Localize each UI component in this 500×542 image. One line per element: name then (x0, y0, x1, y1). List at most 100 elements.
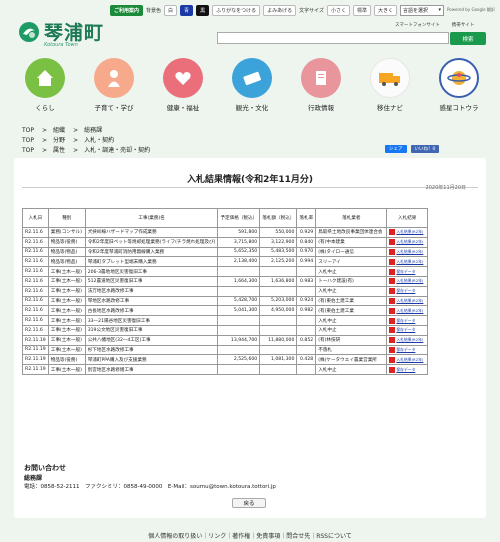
bg-blue-button[interactable]: 青 (180, 4, 194, 16)
table-cell[interactable]: 入札結果(R2年) (386, 295, 428, 307)
bg-black-button[interactable]: 黒 (196, 4, 210, 16)
table-row: R2.11.6 業務(コンサル) 犬挟峠線ハザードマップ作成業務 591,800 550… (22, 227, 428, 238)
table-header-row: 入札日 種別 工事(業務)名 予定価格（税込） 落札額（税込） 落札率 落札業者… (22, 208, 428, 228)
table-cell: R2.11.6 (22, 266, 49, 277)
table-cell: 33―21陽谷地区災害復旧工事 (84, 315, 219, 326)
publish-date: 2020年11月20日 (425, 185, 466, 191)
column-header: 落札額（税込） (259, 208, 298, 228)
result-link[interactable]: 入札結果(R2年) (396, 298, 423, 303)
site-subname: Kotoura Town (44, 42, 78, 48)
result-link[interactable]: 保存データ (396, 327, 415, 332)
table-cell (296, 315, 317, 326)
pdf-icon (389, 327, 396, 334)
table-row: R2.11.19 物品等(役務) 琴浦町PPA購入及び支援業務 2,525,600 1,… (22, 354, 428, 366)
table-cell[interactable]: 保存データ (386, 344, 428, 356)
category-kurashi[interactable]: くらし (22, 58, 68, 112)
result-link[interactable]: 入札結果(R2年) (396, 278, 423, 283)
table-cell[interactable]: 保存データ (386, 315, 428, 326)
result-link[interactable]: 入札結果(R2年) (396, 357, 423, 362)
breadcrumb-link[interactable]: 分野 (53, 137, 65, 144)
table-cell[interactable]: 保存データ (386, 324, 428, 336)
result-link[interactable]: 保存データ (396, 269, 415, 274)
result-link[interactable]: 入札結果(R2年) (396, 259, 423, 264)
font-normal-button[interactable]: 標準 (352, 4, 371, 16)
table-cell: 杉下地区水路改修工事 (84, 344, 219, 356)
table-cell: 5,203,000 (259, 295, 298, 307)
back-button[interactable]: 戻る (232, 498, 266, 508)
smartphone-site-link[interactable]: スマートフォンサイト (395, 22, 440, 28)
result-link[interactable]: 入札結果(R2年) (396, 229, 423, 234)
facebook-like-button[interactable]: いいね！0 (410, 145, 440, 153)
table-cell[interactable]: 保存データ (386, 285, 428, 297)
furigana-button[interactable]: ふりがなをつける (212, 4, 261, 16)
search-button[interactable]: 検索 (450, 32, 486, 45)
table-cell[interactable]: 保存データ (386, 266, 428, 277)
facebook-share-button[interactable]: シェア (385, 145, 407, 153)
table-cell: 0.982 (296, 305, 317, 317)
breadcrumb-link[interactable]: TOP (22, 147, 34, 154)
contact-department: 総務課 (24, 475, 43, 482)
result-link[interactable]: 保存データ (396, 288, 415, 293)
result-link[interactable]: 入札結果(R2年) (396, 249, 423, 254)
table-cell[interactable]: 入札結果(R2年) (386, 354, 428, 366)
breadcrumb-link[interactable]: TOP (22, 127, 34, 134)
breadcrumb-link[interactable]: 入札・調達・売却・契約 (84, 147, 150, 154)
table-cell: 512農道地区災害復旧工事 (84, 275, 219, 287)
bg-white-button[interactable]: 白 (164, 4, 178, 16)
table-cell[interactable]: 入札結果(R2年) (386, 305, 428, 317)
result-link[interactable]: 入札結果(R2年) (396, 337, 423, 342)
accessibility-guide-button[interactable]: ご利用案内 (110, 4, 144, 16)
language-select[interactable]: 言語を選択 ▾ (400, 4, 445, 16)
truck-icon (370, 58, 410, 98)
font-large-button[interactable]: 大きく (374, 4, 398, 16)
search-input[interactable] (217, 32, 449, 44)
breadcrumb-link[interactable]: 入札・契約 (84, 137, 114, 144)
breadcrumb-row: TOP > 分野 > 入札・契約 (22, 137, 115, 144)
result-link[interactable]: 保存データ (396, 318, 415, 323)
ticket-icon (232, 58, 272, 98)
result-link[interactable]: 保存データ (396, 367, 415, 372)
breadcrumb-link[interactable]: TOP (22, 137, 34, 144)
category-iju[interactable]: 移住ナビ (367, 58, 413, 112)
pdf-icon (389, 307, 396, 314)
font-small-button[interactable]: 小さく (326, 4, 350, 16)
table-cell: 2,525,600 (217, 354, 261, 366)
category-gyosei[interactable]: 行政情報 (298, 58, 344, 112)
table-cell[interactable]: 入札結果(R2年) (386, 227, 428, 238)
category-kanko[interactable]: 観光・文化 (229, 58, 275, 112)
read-aloud-button[interactable]: よみあげる (263, 4, 297, 16)
site-logo[interactable]: 琴浦町 (18, 18, 104, 45)
category-kenko[interactable]: 健康・福祉 (160, 58, 206, 112)
result-link[interactable]: 保存データ (396, 347, 415, 352)
table-cell: 琴地区水路改修工事 (84, 295, 219, 307)
page-title: 入札結果情報(令和2年11月分) (186, 175, 313, 185)
breadcrumb-row: TOP > 属性 > 入札・調達・売却・契約 (22, 147, 151, 154)
pdf-icon (389, 278, 396, 285)
table-cell: R2.11.19 (22, 354, 49, 366)
table-cell[interactable]: 入札結果(R2年) (386, 256, 428, 268)
table-cell: 物品等(物品) (47, 246, 86, 258)
result-link[interactable]: 入札結果(R2年) (396, 308, 423, 313)
table-cell: スリーアイ (315, 256, 388, 268)
table-cell: 0.428 (296, 354, 317, 366)
table-cell: 5,652,350 (217, 246, 261, 258)
table-cell[interactable]: 入札結果(R2年) (386, 275, 428, 287)
category-kosodate[interactable]: 子育て・学び (91, 58, 137, 112)
breadcrumb-link[interactable]: 組織 (53, 127, 65, 134)
table-cell (217, 285, 261, 297)
mobile-site-link[interactable]: 携帯サイト (452, 22, 475, 28)
category-kansei[interactable]: 感星コトウラ (436, 58, 482, 112)
table-cell: 工事(土木一般) (47, 364, 86, 375)
table-cell[interactable]: 入札結果(R2年) (386, 334, 428, 346)
result-link[interactable]: 入札結果(R2年) (396, 239, 423, 244)
table-cell[interactable]: 入札結果(R2年) (386, 246, 428, 258)
breadcrumb-link[interactable]: 総務課 (84, 127, 102, 134)
table-cell[interactable]: 入札結果(R2年) (386, 236, 428, 248)
table-cell: 0.840 (296, 236, 317, 248)
column-header: 入札日 (22, 208, 49, 228)
table-cell: R2.11.6 (22, 227, 49, 238)
table-cell[interactable]: 保存データ (386, 364, 428, 375)
table-cell: 物品等(役務) (47, 354, 86, 366)
footer-links[interactable]: 個人情報の取り扱い｜リンク｜著作権｜免責事項｜問合せ先｜RSSについて (0, 531, 500, 540)
breadcrumb-link[interactable]: 属性 (53, 147, 65, 154)
